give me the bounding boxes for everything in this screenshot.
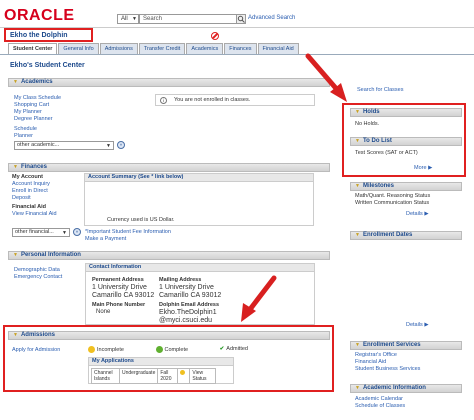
arrow-to-holds [305, 53, 347, 102]
arrow-to-admissions [241, 275, 277, 322]
annotation-arrows [241, 53, 347, 322]
